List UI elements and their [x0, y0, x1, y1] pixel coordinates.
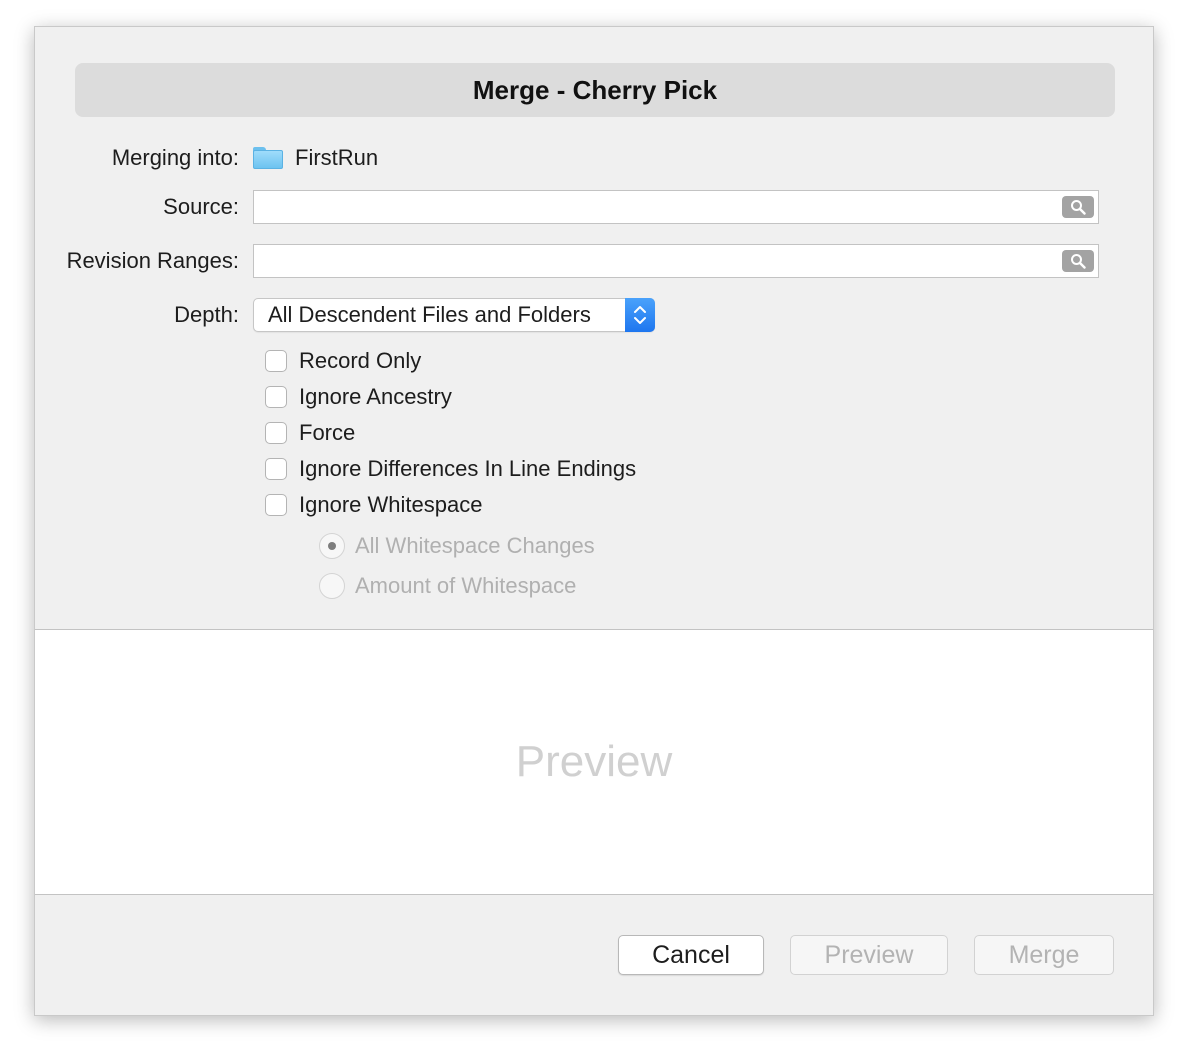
source-row: Source:: [35, 190, 1099, 224]
option-ignore-whitespace[interactable]: Ignore Whitespace: [265, 492, 482, 518]
depth-row: Depth: All Descendent Files and Folders: [35, 298, 655, 332]
cancel-button[interactable]: Cancel: [618, 935, 764, 975]
revision-ranges-label: Revision Ranges:: [66, 248, 239, 273]
record-only-label: Record Only: [299, 348, 422, 373]
preview-pane: Preview: [35, 629, 1153, 895]
chevron-up-down-icon: [634, 306, 646, 324]
whitespace-mode-all-changes: All Whitespace Changes: [319, 533, 595, 559]
option-ignore-line-endings[interactable]: Ignore Differences In Line Endings: [265, 456, 636, 482]
merge-target-name: FirstRun: [295, 145, 379, 170]
depth-selected-value: All Descendent Files and Folders: [268, 302, 591, 327]
depth-select[interactable]: All Descendent Files and Folders: [253, 298, 655, 332]
all-whitespace-changes-radio: [319, 533, 345, 559]
depth-label: Depth:: [174, 302, 239, 327]
amount-of-whitespace-label: Amount of Whitespace: [355, 573, 577, 598]
search-icon: [1071, 254, 1086, 269]
preview-placeholder: Preview: [515, 737, 673, 786]
option-record-only[interactable]: Record Only: [265, 348, 421, 374]
merge-dialog: Merge - Cherry Pick Merging into: FirstR…: [34, 26, 1154, 1016]
merging-into-row: Merging into: FirstRun: [35, 145, 378, 171]
revision-ranges-field: [253, 244, 1099, 278]
preview-button: Preview: [790, 935, 948, 975]
ignore-line-endings-label: Ignore Differences In Line Endings: [299, 456, 637, 481]
option-force[interactable]: Force: [265, 420, 355, 446]
dialog-title: Merge - Cherry Pick: [75, 63, 1115, 117]
revision-ranges-row: Revision Ranges:: [35, 244, 1099, 278]
record-only-checkbox[interactable]: [265, 350, 287, 372]
source-label: Source:: [163, 194, 239, 219]
depth-stepper[interactable]: [625, 298, 655, 332]
force-label: Force: [299, 420, 356, 445]
merging-into-label: Merging into:: [111, 145, 239, 170]
ignore-line-endings-checkbox[interactable]: [265, 458, 287, 480]
search-icon: [1071, 200, 1086, 215]
ignore-ancestry-checkbox[interactable]: [265, 386, 287, 408]
ignore-whitespace-label: Ignore Whitespace: [299, 492, 483, 517]
revision-ranges-input[interactable]: [254, 245, 1060, 277]
folder-icon: [253, 147, 283, 169]
ignore-ancestry-label: Ignore Ancestry: [299, 384, 452, 409]
force-checkbox[interactable]: [265, 422, 287, 444]
source-search-button[interactable]: [1062, 196, 1094, 218]
option-ignore-ancestry[interactable]: Ignore Ancestry: [265, 384, 452, 410]
revision-ranges-search-button[interactable]: [1062, 250, 1094, 272]
source-input[interactable]: [254, 191, 1060, 223]
source-field: [253, 190, 1099, 224]
merge-button: Merge: [974, 935, 1114, 975]
amount-of-whitespace-radio: [319, 573, 345, 599]
ignore-whitespace-checkbox[interactable]: [265, 494, 287, 516]
all-whitespace-changes-label: All Whitespace Changes: [355, 533, 595, 558]
whitespace-mode-amount: Amount of Whitespace: [319, 573, 576, 599]
